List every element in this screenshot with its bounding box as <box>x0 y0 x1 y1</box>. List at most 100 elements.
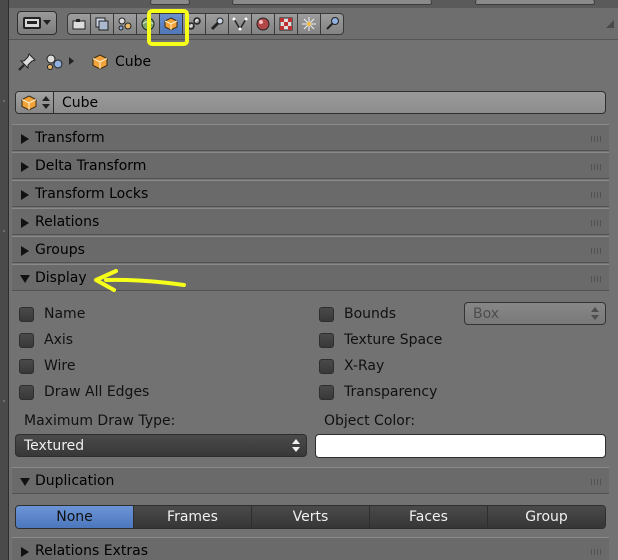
breadcrumb: Cube <box>9 41 618 83</box>
checkbox-wire[interactable]: Wire <box>19 356 76 376</box>
checkbox-box[interactable] <box>19 358 34 374</box>
object-name-value: Cube <box>62 95 99 111</box>
duplication-type-selector: None Frames Verts Faces Group <box>15 505 606 529</box>
checkbox-transparency[interactable]: Transparency <box>319 382 437 402</box>
object-color-label: Object Color: <box>324 413 416 429</box>
tab-modifiers[interactable] <box>205 13 229 35</box>
checkbox-x-ray[interactable]: X-Ray <box>319 356 384 376</box>
checkbox-bounds[interactable]: Bounds <box>319 304 396 324</box>
scene-icon <box>118 17 132 31</box>
checkbox-box[interactable] <box>319 332 334 348</box>
tab-texture[interactable] <box>274 13 298 35</box>
tab-scene[interactable] <box>113 13 137 35</box>
top-strip <box>0 0 618 8</box>
texture-icon <box>279 17 293 31</box>
checkbox-box[interactable] <box>19 306 34 322</box>
panel-label: Relations Extras <box>35 543 148 559</box>
annotation-arrow-icon <box>94 269 186 292</box>
disclosure-triangle-icon <box>21 162 29 172</box>
bounds-type-dropdown[interactable]: Box <box>464 302 606 325</box>
max-draw-type-dropdown[interactable]: Textured <box>15 434 307 457</box>
panel-duplication[interactable]: Duplication <box>12 467 609 494</box>
duplication-option-frames[interactable]: Frames <box>134 506 252 528</box>
up-down-arrows-icon <box>591 307 599 320</box>
area-corner[interactable] <box>606 20 614 28</box>
checkbox-label: X-Ray <box>344 358 385 374</box>
drag-grip-icon[interactable] <box>591 164 602 170</box>
tab-material[interactable] <box>251 13 275 35</box>
drag-grip-icon[interactable] <box>591 479 602 485</box>
up-down-arrows-icon <box>292 439 300 452</box>
duplication-option-none[interactable]: None <box>16 506 134 528</box>
checkbox-draw-all-edges[interactable]: Draw All Edges <box>19 382 149 402</box>
bounds-type-value: Box <box>473 306 500 322</box>
checkbox-box[interactable] <box>19 384 34 400</box>
physics-icon <box>326 17 339 30</box>
checkbox-label: Transparency <box>344 384 438 400</box>
checkbox-texture-space[interactable]: Texture Space <box>319 330 442 350</box>
checkbox-name[interactable]: Name <box>19 304 85 324</box>
checkbox-label: Name <box>44 306 86 322</box>
pin-icon[interactable] <box>17 52 37 72</box>
checkbox-box[interactable] <box>19 332 34 348</box>
chevron-down-icon <box>43 20 51 25</box>
checkbox-label: Texture Space <box>344 332 443 348</box>
tab-particles[interactable] <box>297 13 321 35</box>
disclosure-triangle-icon <box>21 134 29 144</box>
editor-type-button[interactable] <box>17 11 57 35</box>
disclosure-triangle-icon <box>20 478 30 486</box>
object-color-swatch[interactable] <box>315 434 606 458</box>
duplication-option-verts[interactable]: Verts <box>252 506 370 528</box>
breadcrumb-separator-icon <box>69 57 74 65</box>
panel-relations[interactable]: Relations <box>12 208 609 235</box>
top-strip-segment <box>232 0 432 5</box>
top-strip-segment <box>475 0 595 5</box>
panel-transform-locks[interactable]: Transform Locks <box>12 180 609 207</box>
material-icon <box>256 17 270 31</box>
drag-grip-icon[interactable] <box>591 248 602 254</box>
max-draw-type-label: Maximum Draw Type: <box>24 413 176 429</box>
tab-physics[interactable] <box>320 13 344 35</box>
drag-grip-icon[interactable] <box>591 192 602 198</box>
drag-grip-icon[interactable] <box>591 136 602 142</box>
tab-render-layers[interactable] <box>90 13 114 35</box>
panel-label: Groups <box>35 242 85 258</box>
sidebar-edge[interactable] <box>0 0 9 560</box>
checkbox-label: Bounds <box>344 306 397 322</box>
object-browse-button[interactable] <box>16 92 54 113</box>
panel-label: Relations <box>35 214 100 230</box>
breadcrumb-object-name: Cube <box>115 54 152 70</box>
render-icon <box>72 19 86 30</box>
drag-grip-icon[interactable] <box>591 220 602 226</box>
checkbox-box[interactable] <box>319 306 334 322</box>
top-strip-segment <box>150 0 190 5</box>
tab-render[interactable] <box>67 13 91 35</box>
particles-icon <box>302 17 316 31</box>
panel-label: Duplication <box>35 473 115 489</box>
mesh-data-icon <box>232 17 248 31</box>
properties-header <box>9 8 618 40</box>
duplication-option-faces[interactable]: Faces <box>370 506 488 528</box>
drag-grip-icon[interactable] <box>591 276 602 282</box>
panel-transform[interactable]: Transform <box>12 124 609 151</box>
max-draw-type-value: Textured <box>24 438 85 454</box>
drag-grip-icon[interactable] <box>591 549 602 555</box>
object-icon <box>92 54 108 70</box>
tab-mesh-data[interactable] <box>228 13 252 35</box>
panel-groups[interactable]: Groups <box>12 236 609 263</box>
checkbox-axis[interactable]: Axis <box>19 330 73 350</box>
render-layers-icon <box>95 17 109 31</box>
panel-label: Delta Transform <box>35 158 147 174</box>
context-tabs <box>67 13 344 35</box>
panel-label: Transform <box>35 130 105 146</box>
object-name-field[interactable]: Cube <box>15 91 606 114</box>
checkbox-label: Wire <box>44 358 76 374</box>
duplication-option-group[interactable]: Group <box>488 506 605 528</box>
checkbox-box[interactable] <box>319 358 334 374</box>
checkbox-box[interactable] <box>319 384 334 400</box>
panel-delta-transform[interactable]: Delta Transform <box>12 152 609 179</box>
panel-label: Display <box>35 270 87 286</box>
panel-relations-extras[interactable]: Relations Extras <box>12 537 609 560</box>
checkbox-label: Draw All Edges <box>44 384 150 400</box>
panel-label: Transform Locks <box>35 186 149 202</box>
